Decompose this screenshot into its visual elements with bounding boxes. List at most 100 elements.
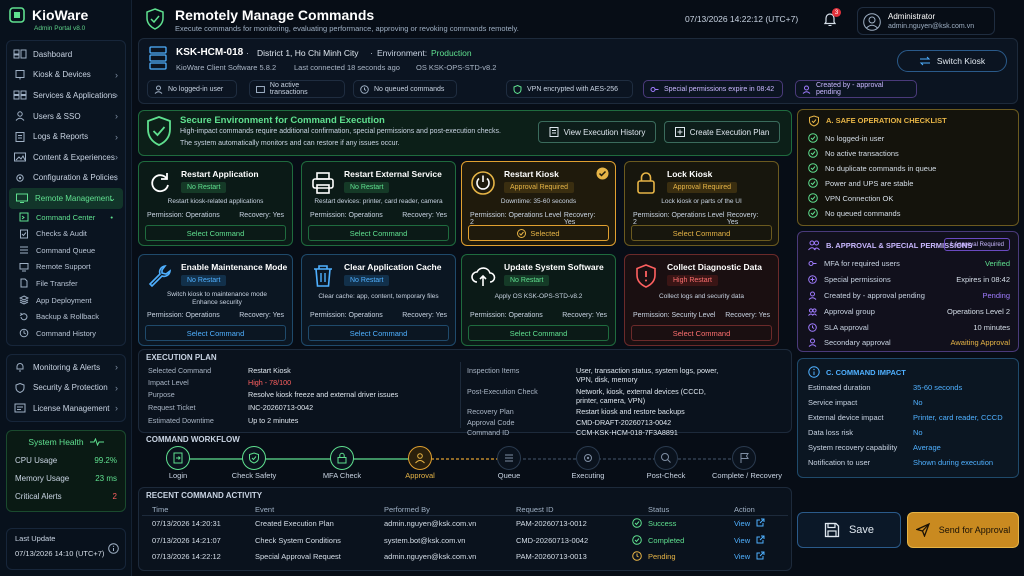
- command-card-clear-cache[interactable]: Clear Application Cache No Restart Clear…: [301, 254, 456, 346]
- users-icon: [808, 240, 820, 251]
- column-header: Performed By: [384, 505, 430, 514]
- page-subtitle: Execute commands for monitoring, evaluat…: [175, 24, 519, 33]
- notification-button[interactable]: 3: [822, 8, 841, 27]
- sidebar-subitem-command-history[interactable]: Command History: [7, 325, 125, 342]
- user-icon: [154, 85, 163, 94]
- check-circle-icon: [808, 208, 818, 218]
- chevron-right-icon: ›: [115, 90, 118, 101]
- sidebar-item-logs[interactable]: Logs & Reports ›: [7, 126, 125, 147]
- command-description: Lock kiosk or parts of the UI: [661, 198, 742, 205]
- license-icon: [14, 403, 26, 413]
- plan-value-impact: High - 78/100: [248, 378, 292, 387]
- sidebar-item-label: Monitoring & Alerts: [33, 362, 101, 372]
- sidebar-item-label: Users & SSO: [33, 111, 81, 121]
- lock-icon: [337, 452, 347, 464]
- send-for-approval-button[interactable]: Send for Approval: [907, 512, 1019, 548]
- command-card-maintenance-mode[interactable]: Enable Maintenance Mode No Restart Switc…: [138, 254, 293, 346]
- select-command-button[interactable]: Select Command: [468, 325, 609, 341]
- info-icon[interactable]: [108, 543, 119, 554]
- app-logo: KioWare: [8, 6, 88, 24]
- sidebar-item-content[interactable]: Content & Experiences ›: [7, 147, 125, 168]
- command-card-restart-external-service[interactable]: Restart External Service No Restart Rest…: [301, 161, 456, 246]
- create-execution-plan-button[interactable]: Create Execution Plan: [664, 121, 780, 143]
- check-circle-icon: [808, 193, 818, 203]
- plan-value: Network, kiosk, external devices (CCCD, …: [576, 387, 706, 405]
- plan-key: Approval Code: [467, 418, 515, 427]
- command-card-collect-diagnostics[interactable]: Collect Diagnostic Data High Restart Col…: [624, 254, 779, 346]
- secure-line2: The system automatically monitors and ca…: [180, 140, 400, 147]
- external-link-icon[interactable]: [756, 535, 765, 544]
- workflow-step-check-safety: [242, 446, 266, 470]
- sidebar-subitem-command-center[interactable]: Command Center •: [7, 209, 125, 226]
- sidebar-item-monitoring[interactable]: Monitoring & Alerts ›: [7, 357, 125, 378]
- command-card-restart-application[interactable]: Restart Application No Restart Restart k…: [138, 161, 293, 246]
- sidebar-subitem-backup-rollback[interactable]: Backup & Rollback: [7, 308, 125, 325]
- approval-key: Special permissions: [824, 275, 891, 284]
- sidebar-item-configuration[interactable]: Configuration & Policies ›: [7, 168, 125, 189]
- chevron-right-icon: ›: [115, 152, 118, 163]
- workflow-label: Complete / Recovery: [711, 471, 783, 480]
- user-menu[interactable]: Administrator admin.nguyen@ksk.com.vn: [857, 7, 995, 35]
- command-card-lock-kiosk[interactable]: Lock Kiosk Approval Required Lock kiosk …: [624, 161, 779, 246]
- impact-key: System recovery capability: [808, 443, 898, 452]
- command-title: Restart External Service: [344, 169, 442, 179]
- gear-icon: [16, 174, 24, 182]
- view-link[interactable]: View: [734, 552, 750, 561]
- plus-icon: [674, 127, 685, 137]
- sidebar-subitem-checks-audit[interactable]: Checks & Audit: [7, 225, 125, 242]
- external-link-icon[interactable]: [756, 518, 765, 527]
- sidebar-item-security[interactable]: Security & Protection ›: [7, 378, 125, 399]
- kiosk-icon: [15, 69, 25, 80]
- select-command-button[interactable]: Select Command: [631, 225, 772, 241]
- sidebar-item-dashboard[interactable]: Dashboard: [7, 44, 125, 65]
- shield-check-icon: [249, 452, 259, 464]
- history-icon: [549, 127, 559, 137]
- kiosk-os: OS KSK-OPS-STD-v8.2: [416, 63, 497, 72]
- view-execution-history-button[interactable]: View Execution History: [538, 121, 656, 143]
- command-description: Downtime: 35-60 seconds: [500, 198, 577, 205]
- sidebar-item-users[interactable]: Users & SSO ›: [7, 106, 125, 127]
- workflow-step-executing: [576, 446, 600, 470]
- view-link[interactable]: View: [734, 519, 750, 528]
- health-title: System Health: [28, 437, 84, 447]
- command-permission: Permission: Operations: [310, 212, 383, 219]
- select-command-button[interactable]: Select Command: [145, 225, 286, 241]
- cpu-value: 99.2%: [94, 456, 117, 465]
- workflow-label: Post-Check: [646, 471, 686, 480]
- select-command-button[interactable]: Select Command: [631, 325, 772, 341]
- impact-key: Data loss risk: [808, 428, 854, 437]
- sidebar-subitem-command-queue[interactable]: Command Queue: [7, 242, 125, 259]
- plan-key: Estimated Downtime: [148, 416, 214, 425]
- impact-value: No: [913, 428, 923, 437]
- save-button[interactable]: Save: [797, 512, 901, 548]
- sidebar-subitem-app-deployment[interactable]: App Deployment: [7, 292, 125, 309]
- command-card-restart-kiosk[interactable]: Restart Kiosk Approval Required Downtime…: [461, 161, 616, 246]
- approval-key: Approval group: [824, 307, 875, 316]
- selected-command-button[interactable]: Selected: [468, 225, 609, 241]
- select-command-button[interactable]: Select Command: [145, 325, 286, 341]
- sidebar-item-remote-management[interactable]: Remote Management ⌄: [9, 188, 123, 209]
- user-name: Administrator: [888, 12, 936, 21]
- sidebar-subitem-file-transfer[interactable]: File Transfer: [7, 275, 125, 292]
- selected-command-label: Selected: [530, 228, 560, 238]
- plus-circle-icon: [808, 275, 817, 284]
- select-command-button[interactable]: Select Command: [308, 225, 449, 241]
- sidebar-item-label: Remote Management: [35, 193, 112, 203]
- switch-kiosk-button[interactable]: Switch Kiosk: [897, 50, 1007, 72]
- sidebar-subitem-remote-support[interactable]: Remote Support: [7, 259, 125, 276]
- command-recovery: Recovery: Yes: [239, 312, 284, 319]
- workflow-label: MFA Check: [322, 471, 362, 480]
- sidebar-item-license[interactable]: License Management ›: [7, 398, 125, 419]
- command-card-update-software[interactable]: Update System Software No Restart Apply …: [461, 254, 616, 346]
- create-plan-label: Create Execution Plan: [689, 127, 770, 137]
- clock-icon: [808, 323, 817, 332]
- command-permission: Permission: Security Level: [633, 312, 716, 319]
- sidebar-item-services[interactable]: Services & Applications ›: [7, 85, 125, 106]
- subitem-label: Backup & Rollback: [36, 312, 99, 322]
- sidebar-item-kiosk-devices[interactable]: Kiosk & Devices ›: [7, 65, 125, 86]
- external-link-icon[interactable]: [756, 551, 765, 560]
- select-command-button[interactable]: Select Command: [308, 325, 449, 341]
- user-email: admin.nguyen@ksk.com.vn: [888, 23, 975, 30]
- dashboard-icon: [13, 49, 27, 59]
- view-link[interactable]: View: [734, 536, 750, 545]
